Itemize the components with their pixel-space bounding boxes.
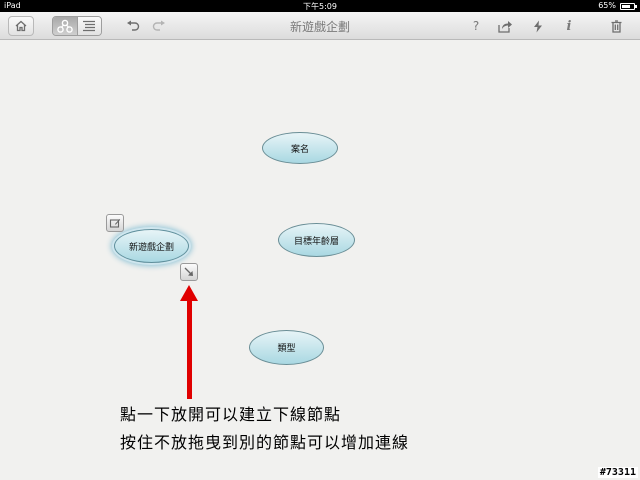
note-handle-button[interactable] xyxy=(106,214,124,232)
toolbar: 新遊戲企劃 ? i xyxy=(0,12,640,40)
info-button[interactable]: i xyxy=(558,16,580,36)
node-root-selected[interactable]: 新遊戲企劃 xyxy=(114,229,189,263)
share-icon xyxy=(497,20,512,33)
connect-handle-button[interactable] xyxy=(180,263,198,281)
mindmap-canvas[interactable]: 案名 目標年齡層 新遊戲企劃 類型 點一下放開可以建立下線節點 按住不放拖曳到別… xyxy=(0,41,640,480)
watermark: #73311 xyxy=(597,467,638,478)
clock: 下午5:09 xyxy=(303,2,337,11)
flash-icon xyxy=(534,20,542,32)
battery-percent: 65% xyxy=(598,1,616,10)
battery-icon xyxy=(620,3,637,10)
node-target-age[interactable]: 目標年齡層 xyxy=(278,223,355,257)
note-icon xyxy=(109,219,121,228)
red-arrow-shaft xyxy=(187,299,192,399)
annotation-line-1: 點一下放開可以建立下線節點 xyxy=(120,405,342,424)
node-genre[interactable]: 類型 xyxy=(249,330,324,365)
help-button[interactable]: ? xyxy=(465,16,487,36)
status-bar: iPad 下午5:09 65% xyxy=(0,0,640,12)
share-button[interactable] xyxy=(494,16,516,36)
connect-arrow-icon xyxy=(184,267,193,276)
flash-button[interactable] xyxy=(527,16,549,36)
trash-icon xyxy=(611,19,621,33)
node-case-name[interactable]: 案名 xyxy=(262,132,338,164)
trash-button[interactable] xyxy=(605,16,627,36)
annotation-line-2: 按住不放拖曳到別的節點可以增加連線 xyxy=(120,433,410,452)
